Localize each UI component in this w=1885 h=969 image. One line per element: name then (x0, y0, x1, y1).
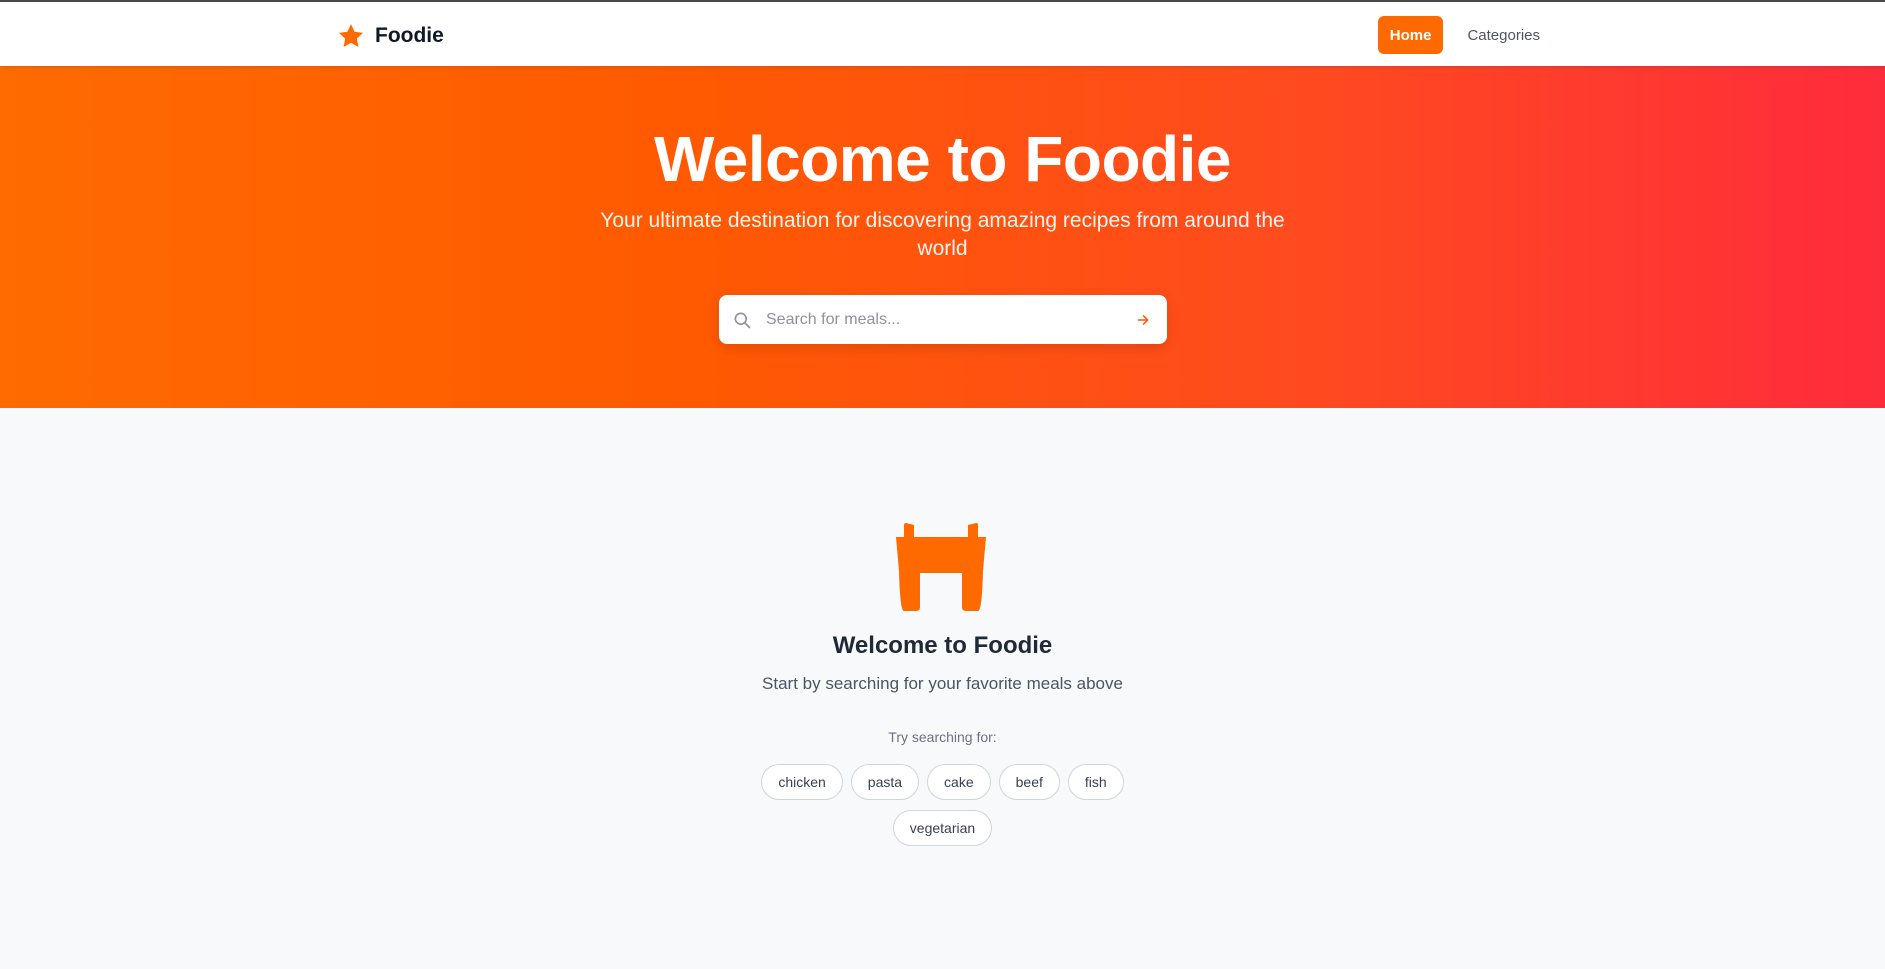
hero-section: Welcome to Foodie Your ultimate destinat… (0, 66, 1885, 408)
utensils-icon (894, 523, 988, 613)
nav-home-link[interactable]: Home (1377, 16, 1444, 54)
empty-state-subtitle: Start by searching for your favorite mea… (762, 674, 1123, 693)
suggestions-label: Try searching for: (888, 729, 997, 745)
search-input[interactable] (766, 295, 1133, 344)
nav-categories-link[interactable]: Categories (1455, 16, 1552, 54)
suggestion-chips: chicken pasta cake beef fish vegetarian (740, 764, 1145, 846)
search-bar (719, 295, 1167, 344)
star-icon (337, 22, 365, 50)
brand-logo[interactable]: Foodie (337, 19, 444, 53)
hero-title: Welcome to Foodie (653, 123, 1232, 195)
hero-subtitle: Your ultimate destination for discoverin… (600, 209, 1285, 260)
empty-state: Welcome to Foodie Start by searching for… (0, 408, 1885, 969)
suggestion-chip-pasta[interactable]: pasta (850, 764, 920, 800)
suggestion-chip-vegetarian[interactable]: vegetarian (892, 810, 993, 846)
navbar: Foodie Home Categories (0, 2, 1885, 66)
search-icon (732, 310, 752, 330)
suggestion-chip-cake[interactable]: cake (927, 764, 991, 800)
main-nav: Home Categories (1377, 16, 1552, 54)
suggestion-chip-fish[interactable]: fish (1067, 764, 1124, 800)
brand-name: Foodie (375, 24, 444, 47)
suggestion-chip-chicken[interactable]: chicken (761, 764, 843, 800)
arrow-right-icon[interactable] (1133, 310, 1153, 330)
suggestion-chip-beef[interactable]: beef (998, 764, 1060, 800)
empty-state-title: Welcome to Foodie (832, 632, 1053, 659)
